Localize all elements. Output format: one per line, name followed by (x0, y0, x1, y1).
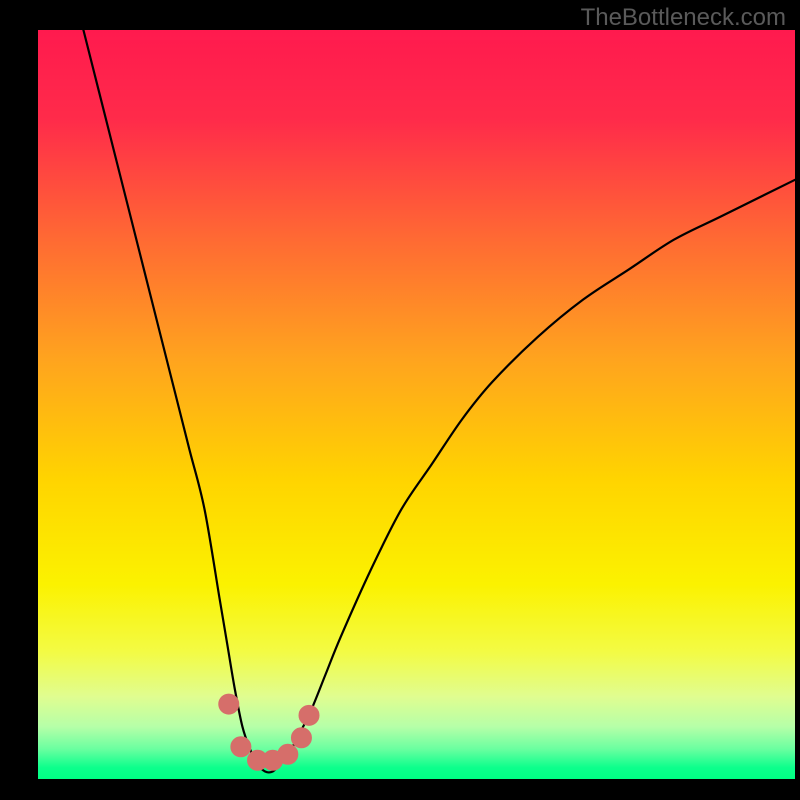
curve-marker (219, 694, 239, 714)
curve-marker (291, 728, 311, 748)
watermark-text: TheBottleneck.com (581, 4, 786, 32)
curve-marker (299, 705, 319, 725)
bottleneck-chart (0, 0, 800, 800)
curve-marker (278, 744, 298, 764)
curve-marker (231, 737, 251, 757)
chart-frame: TheBottleneck.com (0, 0, 800, 800)
plot-area-background (38, 30, 795, 779)
